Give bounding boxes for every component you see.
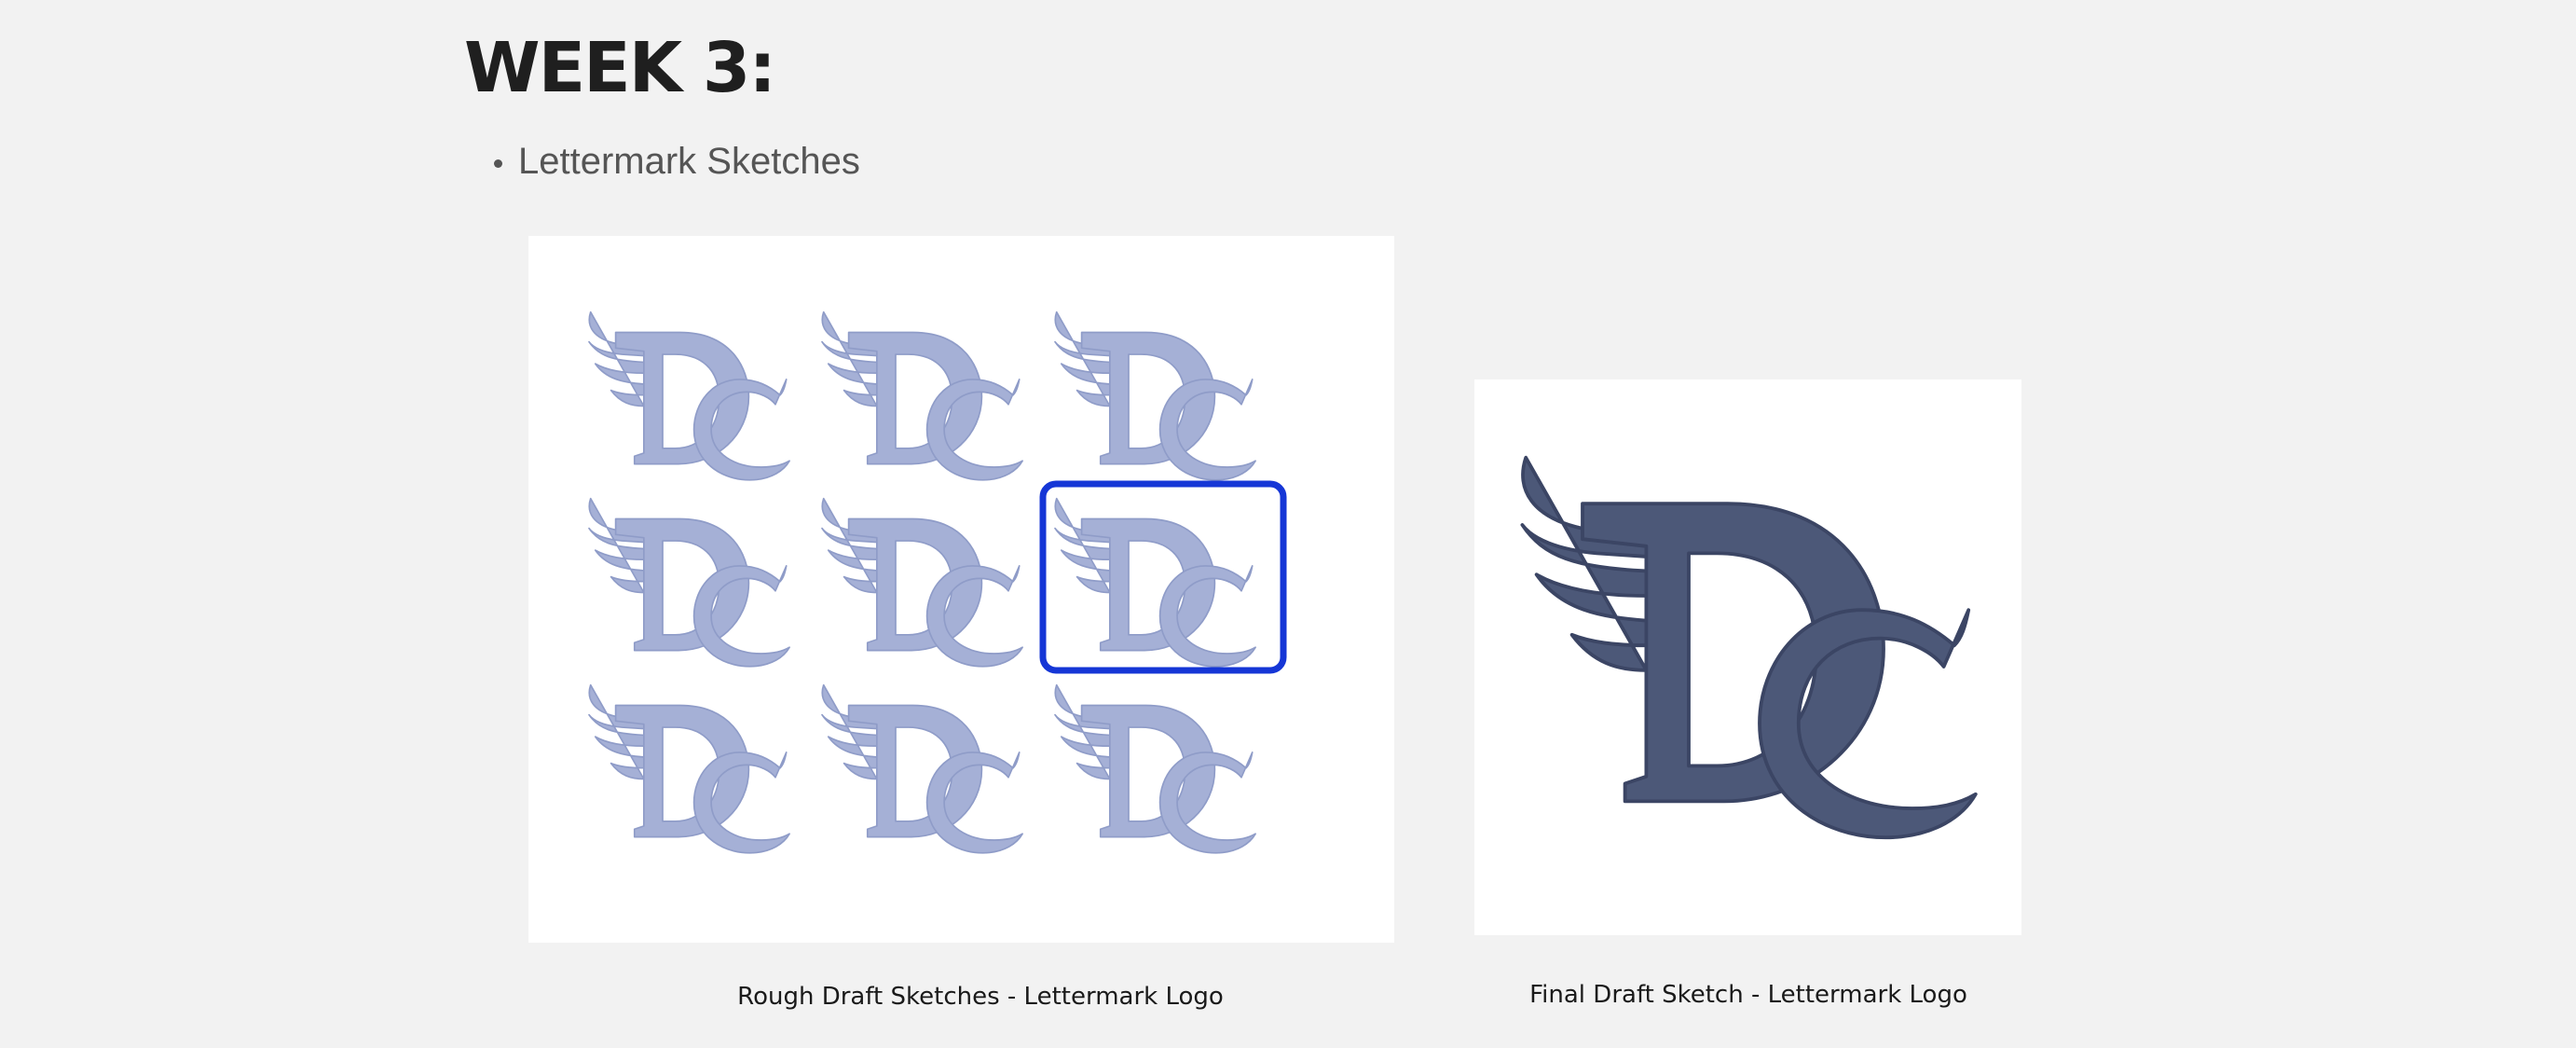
rough-sketch-1	[588, 310, 790, 481]
wing-shape	[821, 683, 880, 780]
rough-sketch-4	[588, 497, 790, 668]
wing-shape	[821, 310, 880, 407]
wing-shape	[1520, 455, 1652, 672]
rough-draft-sketch-grid	[588, 310, 1287, 854]
rough-sketch-5	[821, 497, 1023, 668]
bullet-dot	[494, 159, 502, 168]
rough-draft-image	[528, 236, 1394, 943]
rough-sketch-9	[1054, 683, 1256, 854]
final-draft-sketch	[1520, 455, 1978, 840]
final-lettermark	[1520, 455, 1978, 840]
week-heading: WEEK 3:	[464, 28, 776, 108]
final-draft-image	[1474, 379, 2021, 935]
rough-sketch-8	[821, 683, 1023, 854]
rough-sketch-2	[821, 310, 1023, 481]
wing-shape	[821, 497, 880, 594]
rough-sketch-6	[1054, 497, 1256, 668]
topic-label: Lettermark Sketches	[518, 141, 860, 182]
rough-sketch-7	[588, 683, 790, 854]
wing-shape	[1054, 497, 1113, 594]
wing-shape	[588, 310, 647, 407]
wing-shape	[588, 497, 647, 594]
final-draft-caption: Final Draft Sketch - Lettermark Logo	[1529, 981, 1967, 1009]
topic-list: Lettermark Sketches	[494, 138, 860, 185]
rough-sketch-3	[1054, 310, 1256, 481]
wing-shape	[1054, 310, 1113, 407]
rough-draft-caption: Rough Draft Sketches - Lettermark Logo	[737, 983, 1224, 1011]
topic-list-item: Lettermark Sketches	[494, 138, 860, 185]
wing-shape	[588, 683, 647, 780]
wing-shape	[1054, 683, 1113, 780]
